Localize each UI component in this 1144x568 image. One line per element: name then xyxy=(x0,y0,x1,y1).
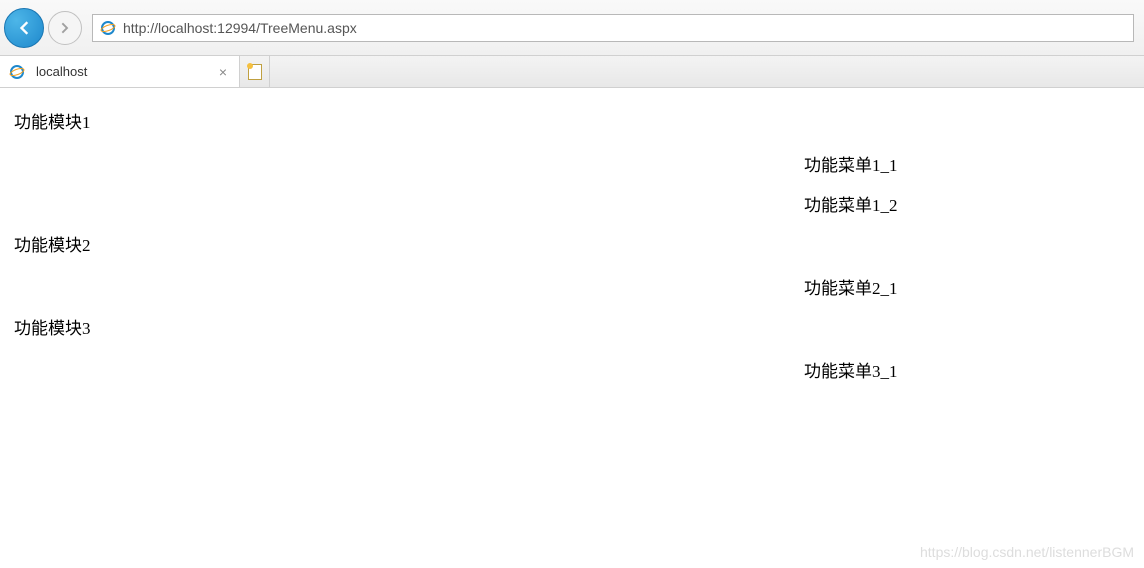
ie-icon xyxy=(99,19,117,37)
arrow-left-icon xyxy=(14,18,34,38)
new-tab-button[interactable] xyxy=(240,56,270,87)
module-title: 功能模块1 xyxy=(14,108,1130,133)
url-input[interactable] xyxy=(123,20,1127,36)
menu-list: 功能菜单2_1 xyxy=(14,274,1130,299)
close-tab-button[interactable]: × xyxy=(217,64,229,80)
module-title: 功能模块3 xyxy=(14,314,1130,339)
menu-item[interactable]: 功能菜单1_2 xyxy=(804,191,1130,216)
page-body: 功能模块1 功能菜单1_1 功能菜单1_2 功能模块2 功能菜单2_1 功能模块3 功能菜单… xyxy=(0,88,1144,417)
menu-list: 功能菜单1_1 功能菜单1_2 xyxy=(14,151,1130,216)
address-bar[interactable] xyxy=(92,14,1134,42)
menu-item[interactable]: 功能菜单2_1 xyxy=(804,274,1130,299)
module: 功能模块3 功能菜单3_1 xyxy=(14,314,1130,382)
tab-localhost[interactable]: localhost × xyxy=(0,56,240,87)
tab-title: localhost xyxy=(36,64,217,79)
watermark: https://blog.csdn.net/listennerBGM xyxy=(920,544,1134,560)
menu-item[interactable]: 功能菜单1_1 xyxy=(804,151,1130,176)
arrow-right-icon xyxy=(57,20,73,36)
ie-icon xyxy=(8,63,26,81)
module-title: 功能模块2 xyxy=(14,231,1130,256)
new-tab-icon xyxy=(248,64,262,80)
menu-list: 功能菜单3_1 xyxy=(14,357,1130,382)
back-button[interactable] xyxy=(4,8,44,48)
forward-button[interactable] xyxy=(48,11,82,45)
menu-item[interactable]: 功能菜单3_1 xyxy=(804,357,1130,382)
module: 功能模块1 功能菜单1_1 功能菜单1_2 xyxy=(14,108,1130,216)
module: 功能模块2 功能菜单2_1 xyxy=(14,231,1130,299)
